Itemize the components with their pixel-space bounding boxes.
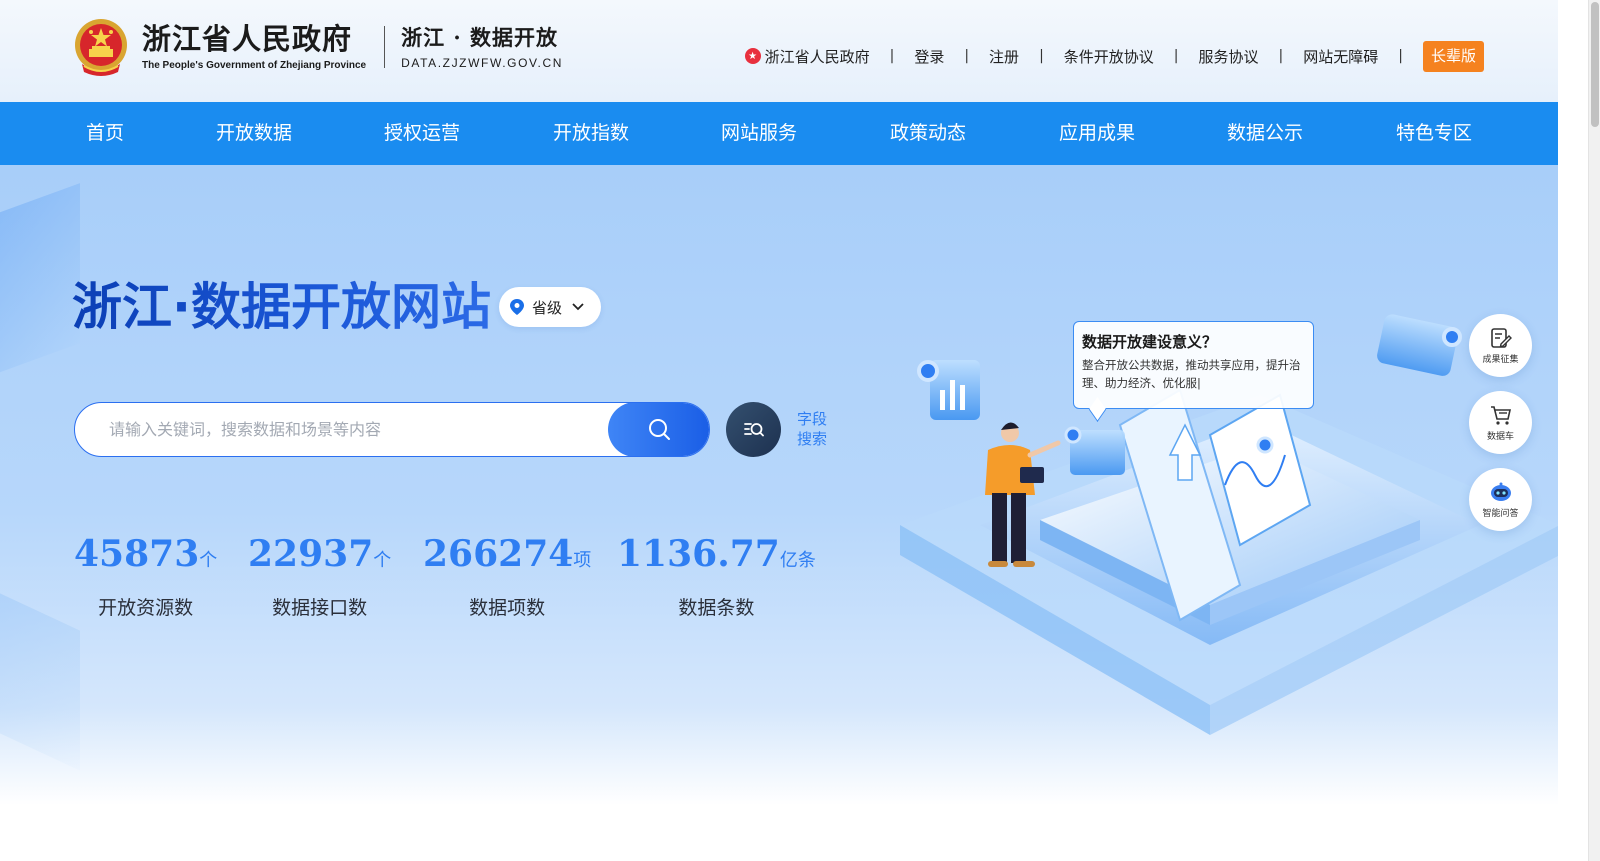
- link-separator: |: [964, 48, 970, 64]
- stat-open-resources: 45873个 开放资源数: [74, 530, 217, 620]
- hero-decoration: [0, 579, 80, 771]
- link-zhejiang-gov[interactable]: ★ 浙江省人民政府: [744, 46, 870, 67]
- search-box: [74, 402, 710, 457]
- bubble-text: 整合开放公共数据，推动共享应用，提升治理、助力经济、优化服|: [1082, 358, 1301, 390]
- field-search-label-line2: 搜索: [797, 430, 828, 448]
- nav-special-zone[interactable]: 特色专区: [1396, 102, 1472, 165]
- search-input[interactable]: [75, 403, 615, 455]
- link-separator: |: [1173, 48, 1179, 64]
- stat-value: 1136.77亿条: [617, 533, 816, 575]
- side-button-label: 智能问答: [1482, 508, 1519, 519]
- gov-title: 浙江省人民政府: [142, 22, 353, 56]
- level-select[interactable]: 省级: [499, 287, 601, 327]
- stat-value: 45873个: [74, 533, 218, 575]
- service-agreement-link[interactable]: 服务协议: [1199, 46, 1259, 67]
- link-label: 浙江省人民政府: [764, 47, 870, 66]
- stat-label: 数据项数: [469, 597, 546, 619]
- stat-data-interfaces: 22937个 数据接口数: [248, 530, 391, 620]
- bubble-title: 数据开放建设意义？: [1082, 333, 1218, 351]
- chevron-down-icon: [572, 303, 584, 311]
- stat-unit: 个: [199, 550, 218, 571]
- field-search-button[interactable]: [726, 402, 781, 457]
- side-button-label: 数据车: [1486, 431, 1514, 442]
- cart-icon: [1490, 405, 1511, 425]
- search-icon: [649, 419, 670, 440]
- elder-mode-button[interactable]: 长辈版: [1422, 40, 1484, 72]
- link-separator: |: [1039, 48, 1044, 64]
- hero-decoration: [0, 183, 80, 387]
- stat-unit: 项: [573, 550, 592, 571]
- stat-label: 数据条数: [678, 597, 755, 619]
- robot-icon: [1490, 482, 1511, 501]
- stat-value: 266274项: [423, 533, 592, 575]
- smart-qa-button[interactable]: 智能问答: [1469, 468, 1532, 531]
- nav-site-service[interactable]: 网站服务: [721, 102, 797, 165]
- top-links: ★ 浙江省人民政府 | 登录 | 注册 | 条件开放协议 | 服务协议 | 网站…: [744, 40, 1484, 72]
- field-search-label-line1: 字段: [797, 410, 828, 428]
- stat-value: 22937个: [248, 533, 392, 575]
- nav-policy-news[interactable]: 政策动态: [890, 102, 966, 165]
- stat-label: 开放资源数: [98, 597, 194, 619]
- hero-title: 浙江·数据开放网站: [72, 275, 491, 339]
- national-emblem-icon: [74, 18, 128, 76]
- stat-unit: 个: [373, 550, 392, 571]
- login-link[interactable]: 登录: [914, 46, 944, 67]
- gov-subtitle: The People's Government of Zhejiang Prov…: [142, 60, 367, 71]
- top-header: 浙江省人民政府 The People's Government of Zheji…: [0, 0, 1558, 102]
- level-select-value: 省级: [532, 298, 563, 317]
- register-link[interactable]: 注册: [989, 46, 1019, 67]
- hero-banner: 浙江·数据开放网站 省级 字段 搜索 45873个 开: [0, 165, 1558, 861]
- field-search-label[interactable]: 字段 搜索: [797, 409, 831, 449]
- scrollbar-thumb[interactable]: [1591, 2, 1599, 127]
- accessibility-link[interactable]: 网站无障碍: [1303, 46, 1378, 67]
- conditional-open-agreement-link[interactable]: 条件开放协议: [1064, 46, 1154, 67]
- search-button[interactable]: [608, 403, 709, 456]
- main-nav: 首页 开放数据 授权运营 开放指数 网站服务 政策动态 应用成果 数据公示 特色…: [0, 102, 1558, 165]
- info-bubble: 数据开放建设意义？ 整合开放公共数据，推动共享应用，提升治理、助力经济、优化服|: [1073, 321, 1314, 409]
- page-scrollbar[interactable]: [1588, 0, 1600, 861]
- stat-label: 数据接口数: [272, 597, 368, 619]
- nav-open-data[interactable]: 开放数据: [216, 102, 292, 165]
- star-icon: ★: [744, 48, 761, 64]
- stat-unit: 亿条: [779, 550, 816, 571]
- stat-data-items: 266274项 数据项数: [423, 530, 591, 620]
- nav-home[interactable]: 首页: [86, 102, 124, 165]
- nav-authorized-operation[interactable]: 授权运营: [384, 102, 460, 165]
- link-separator: |: [1278, 48, 1284, 64]
- side-button-label: 成果征集: [1482, 354, 1519, 365]
- location-pin-icon: [510, 299, 524, 315]
- achievement-collection-button[interactable]: 成果征集: [1469, 314, 1532, 377]
- site-title: 浙江 · 数据开放: [401, 25, 559, 50]
- nav-open-index[interactable]: 开放指数: [553, 102, 629, 165]
- edit-document-icon: [1490, 327, 1512, 348]
- nav-applications[interactable]: 应用成果: [1059, 102, 1135, 165]
- site-domain: DATA.ZJZWFW.GOV.CN: [401, 56, 564, 70]
- field-search-icon: [743, 422, 764, 436]
- link-separator: |: [889, 48, 895, 64]
- stat-data-records: 1136.77亿条 数据条数: [617, 530, 816, 620]
- logo-divider: [384, 26, 386, 68]
- link-separator: |: [1398, 48, 1403, 64]
- logo-block[interactable]: 浙江省人民政府 The People's Government of Zheji…: [74, 18, 563, 76]
- data-cart-button[interactable]: 数据车: [1469, 391, 1532, 454]
- nav-data-publicity[interactable]: 数据公示: [1227, 102, 1303, 165]
